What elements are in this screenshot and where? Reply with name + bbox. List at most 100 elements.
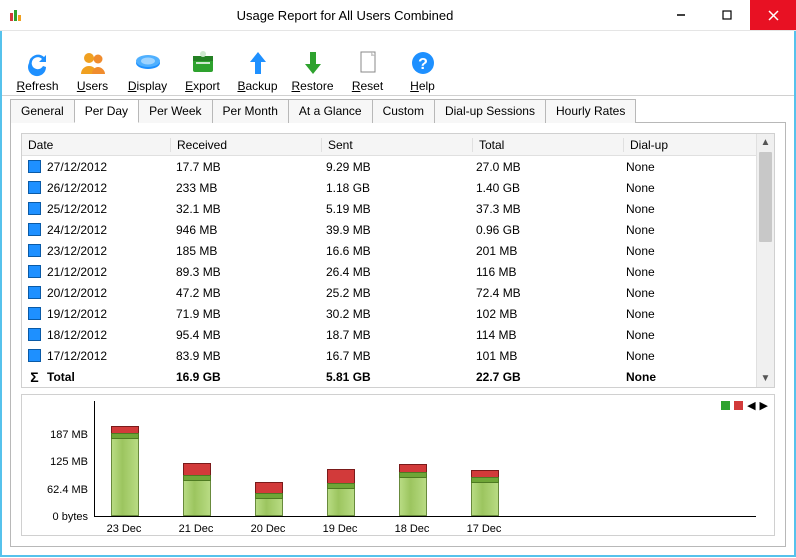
- toolbar-label: Export: [185, 79, 220, 93]
- col-header-date[interactable]: Date: [22, 138, 171, 152]
- x-tick-label: 17 Dec: [467, 523, 502, 535]
- cell-dialup: None: [620, 286, 762, 300]
- cell-total: 72.4 MB: [470, 286, 620, 300]
- cell-total: 27.0 MB: [470, 160, 620, 174]
- cell-dialup: None: [620, 265, 762, 279]
- cell-total: 201 MB: [470, 244, 620, 258]
- cell-dialup: None: [620, 160, 762, 174]
- cell-sent: 9.29 MB: [320, 160, 470, 174]
- tab-perweek[interactable]: Per Week: [138, 99, 212, 123]
- total-total: 22.7 GB: [470, 370, 620, 384]
- y-tick-label: 0 bytes: [53, 511, 88, 523]
- reset-button[interactable]: Reset: [340, 37, 395, 93]
- table-row[interactable]: 21/12/201289.3 MB26.4 MB116 MBNone: [22, 261, 774, 282]
- tab-general[interactable]: General: [10, 99, 75, 123]
- chart-next-button[interactable]: ▶: [760, 399, 768, 412]
- table-row[interactable]: 17/12/201283.9 MB16.7 MB101 MBNone: [22, 345, 774, 366]
- cell-total: 0.96 GB: [470, 223, 620, 237]
- col-header-received[interactable]: Received: [171, 138, 322, 152]
- toolbar-label: Refresh: [16, 79, 58, 93]
- cell-sent: 30.2 MB: [320, 307, 470, 321]
- help-button[interactable]: ?Help: [395, 37, 450, 93]
- table-row[interactable]: 24/12/2012946 MB39.9 MB0.96 GBNone: [22, 219, 774, 240]
- cell-received: 89.3 MB: [170, 265, 320, 279]
- table-row[interactable]: 27/12/2012 17.7 MB9.29 MB27.0 MBNone: [22, 156, 774, 177]
- cell-received: 47.2 MB: [170, 286, 320, 300]
- cell-date: 17/12/2012: [47, 349, 107, 363]
- x-tick-label: 18 Dec: [395, 523, 430, 535]
- x-tick-label: 21 Dec: [179, 523, 214, 535]
- row-icon: [28, 349, 41, 362]
- cell-sent: 18.7 MB: [320, 328, 470, 342]
- toolbar-label: Help: [410, 79, 435, 93]
- titlebar: Usage Report for All Users Combined: [0, 0, 796, 31]
- row-icon: [28, 244, 41, 257]
- cell-sent: 1.18 GB: [320, 181, 470, 195]
- total-sent: 5.81 GB: [320, 370, 470, 384]
- users-button[interactable]: Users: [65, 37, 120, 93]
- table-row[interactable]: 18/12/201295.4 MB18.7 MB114 MBNone: [22, 324, 774, 345]
- toolbar-label: Reset: [352, 79, 383, 93]
- backup-icon: [242, 47, 274, 79]
- scroll-down-icon[interactable]: ▼: [757, 370, 774, 387]
- maximize-button[interactable]: [704, 0, 750, 30]
- tab-custom[interactable]: Custom: [372, 99, 435, 123]
- display-button[interactable]: Display: [120, 37, 175, 93]
- col-header-dialup[interactable]: Dial-up: [624, 138, 767, 152]
- export-button[interactable]: Export: [175, 37, 230, 93]
- y-tick-label: 62.4 MB: [47, 484, 88, 496]
- row-icon: [28, 286, 41, 299]
- toolbar-label: Display: [128, 79, 167, 93]
- table-row[interactable]: 26/12/2012233 MB1.18 GB1.40 GBNone: [22, 177, 774, 198]
- cell-received: 17.7 MB: [170, 160, 320, 174]
- total-received: 16.9 GB: [170, 370, 320, 384]
- row-icon: [28, 307, 41, 320]
- table-scrollbar[interactable]: ▲ ▼: [756, 134, 774, 387]
- restore-button[interactable]: Restore: [285, 37, 340, 93]
- scroll-thumb[interactable]: [759, 152, 772, 242]
- usage-table: Date Received Sent Total Dial-up 27/12/2…: [21, 133, 775, 388]
- x-tick-label: 19 Dec: [323, 523, 358, 535]
- toolbar: Refresh Users Display Export Backup Restore Re…: [2, 31, 794, 96]
- usage-chart: ◀ ▶ 187 MB125 MB62.4 MB0 bytes 23 Dec21 …: [21, 394, 775, 536]
- users-icon: [77, 47, 109, 79]
- x-tick-label: 23 Dec: [107, 523, 142, 535]
- row-icon: [28, 202, 41, 215]
- refresh-button[interactable]: Refresh: [10, 37, 65, 93]
- backup-button[interactable]: Backup: [230, 37, 285, 93]
- tab-permonth[interactable]: Per Month: [212, 99, 289, 123]
- tab-panel-per-day: Date Received Sent Total Dial-up 27/12/2…: [10, 122, 786, 547]
- cell-total: 114 MB: [470, 328, 620, 342]
- toolbar-label: Backup: [237, 79, 277, 93]
- col-header-total[interactable]: Total: [473, 138, 624, 152]
- cell-received: 32.1 MB: [170, 202, 320, 216]
- y-tick-label: 125 MB: [50, 456, 88, 468]
- table-row[interactable]: 25/12/201232.1 MB5.19 MB37.3 MBNone: [22, 198, 774, 219]
- table-row[interactable]: 19/12/201271.9 MB30.2 MB102 MBNone: [22, 303, 774, 324]
- restore-icon: [297, 47, 329, 79]
- refresh-icon: [22, 47, 54, 79]
- reset-icon: [352, 47, 384, 79]
- cell-date: 23/12/2012: [47, 244, 107, 258]
- cell-date: 27/12/2012: [47, 160, 107, 174]
- cell-dialup: None: [620, 181, 762, 195]
- table-row[interactable]: 20/12/201247.2 MB25.2 MB72.4 MBNone: [22, 282, 774, 303]
- col-header-sent[interactable]: Sent: [322, 138, 473, 152]
- tab-ataglance[interactable]: At a Glance: [288, 99, 373, 123]
- x-tick-label: 20 Dec: [251, 523, 286, 535]
- table-row[interactable]: 23/12/2012185 MB16.6 MB201 MBNone: [22, 240, 774, 261]
- minimize-button[interactable]: [658, 0, 704, 30]
- toolbar-label: Users: [77, 79, 108, 93]
- cell-total: 1.40 GB: [470, 181, 620, 195]
- close-button[interactable]: [750, 0, 796, 30]
- scroll-up-icon[interactable]: ▲: [757, 134, 774, 151]
- tab-perday[interactable]: Per Day: [74, 99, 139, 123]
- total-dialup: None: [620, 370, 762, 384]
- tab-dialup[interactable]: Dial-up Sessions: [434, 99, 546, 123]
- tab-hourly[interactable]: Hourly Rates: [545, 99, 636, 123]
- sigma-icon: Σ: [28, 369, 41, 385]
- cell-date: 18/12/2012: [47, 328, 107, 342]
- row-icon: [28, 223, 41, 236]
- app-icon: [8, 7, 24, 23]
- cell-received: 71.9 MB: [170, 307, 320, 321]
